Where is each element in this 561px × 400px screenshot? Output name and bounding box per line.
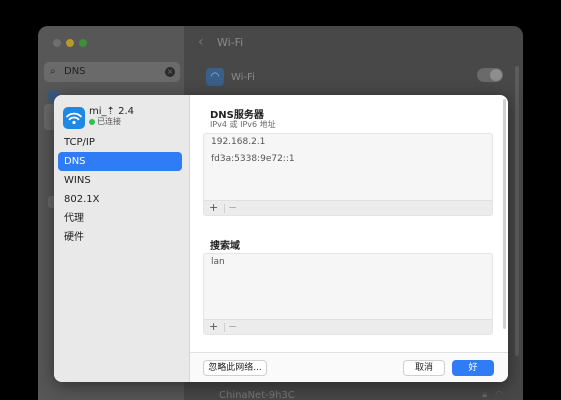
list-item[interactable]: 192.168.2.1 (204, 134, 492, 151)
menu-item-hardware[interactable]: 硬件 (58, 228, 182, 247)
scrollbar[interactable] (503, 99, 506, 329)
page-title: Wi-Fi (217, 36, 244, 49)
search-domains-controls: + − (204, 319, 492, 334)
search-domains-list[interactable]: lan + − (203, 253, 493, 335)
menu-item-proxy[interactable]: 代理 (58, 209, 182, 228)
remove-domain-button[interactable]: − (228, 320, 237, 335)
divider (224, 204, 225, 213)
dns-servers-subtitle: IPv4 或 IPv6 地址 (210, 120, 276, 129)
divider (224, 323, 225, 332)
wifi-icon: ◠ (206, 68, 224, 86)
list-item[interactable]: lan (204, 254, 492, 271)
search-icon: ⌕ (50, 66, 56, 77)
dns-list-controls: + − (204, 200, 492, 215)
clear-search-icon[interactable]: × (165, 67, 175, 77)
list-item[interactable]: fd3a:5338:9e72::1 (204, 151, 492, 168)
cancel-button[interactable]: 取消 (403, 360, 445, 376)
menu-item-tcpip[interactable]: TCP/IP (58, 133, 182, 152)
add-domain-button[interactable]: + (209, 320, 218, 335)
settings-menu: TCP/IP DNS WINS 802.1X 代理 硬件 (58, 133, 182, 247)
add-dns-button[interactable]: + (209, 201, 218, 216)
wifi-toggle[interactable] (477, 68, 503, 82)
menu-item-wins[interactable]: WINS (58, 171, 182, 190)
wifi-network-icon (63, 107, 85, 129)
menu-item-8021x[interactable]: 802.1X (58, 190, 182, 209)
connected-status-dot (89, 119, 95, 125)
back-chevron-icon[interactable]: ‹ (198, 34, 204, 50)
scrollbar[interactable] (515, 66, 519, 356)
forget-network-button[interactable]: 忽略此网络... (203, 360, 267, 376)
lock-icon: 🔒︎ (482, 390, 487, 400)
dns-servers-list[interactable]: 192.168.2.1 fd3a:5338:9e72::1 + − (203, 133, 493, 216)
remove-dns-button[interactable]: − (228, 201, 237, 216)
ok-button[interactable]: 好 (452, 360, 494, 376)
wifi-label: Wi-Fi (231, 72, 255, 83)
dns-panel: DNS服务器 IPv4 或 IPv6 地址 192.168.2.1 fd3a:5… (190, 95, 508, 382)
close-window-button[interactable] (53, 39, 61, 47)
search-field[interactable]: ⌕ DNS × (44, 62, 180, 82)
zoom-window-button[interactable] (79, 39, 87, 47)
sheet-button-bar: 忽略此网络... 取消 好 (190, 352, 508, 382)
sheet-sidebar: mi_⇡ 2.4 已连接 TCP/IP DNS WINS 802.1X 代理 硬… (54, 95, 190, 382)
menu-item-dns[interactable]: DNS (58, 152, 182, 171)
search-input[interactable]: DNS (64, 66, 86, 77)
network-details-sheet: mi_⇡ 2.4 已连接 TCP/IP DNS WINS 802.1X 代理 硬… (54, 95, 508, 382)
minimize-window-button[interactable] (66, 39, 74, 47)
connection-status: 已连接 (97, 117, 121, 126)
search-domains-title: 搜索域 (210, 241, 240, 252)
network-name[interactable]: ChinaNet-9h3C (219, 390, 295, 400)
wifi-signal-icon: ◠ (495, 390, 503, 400)
